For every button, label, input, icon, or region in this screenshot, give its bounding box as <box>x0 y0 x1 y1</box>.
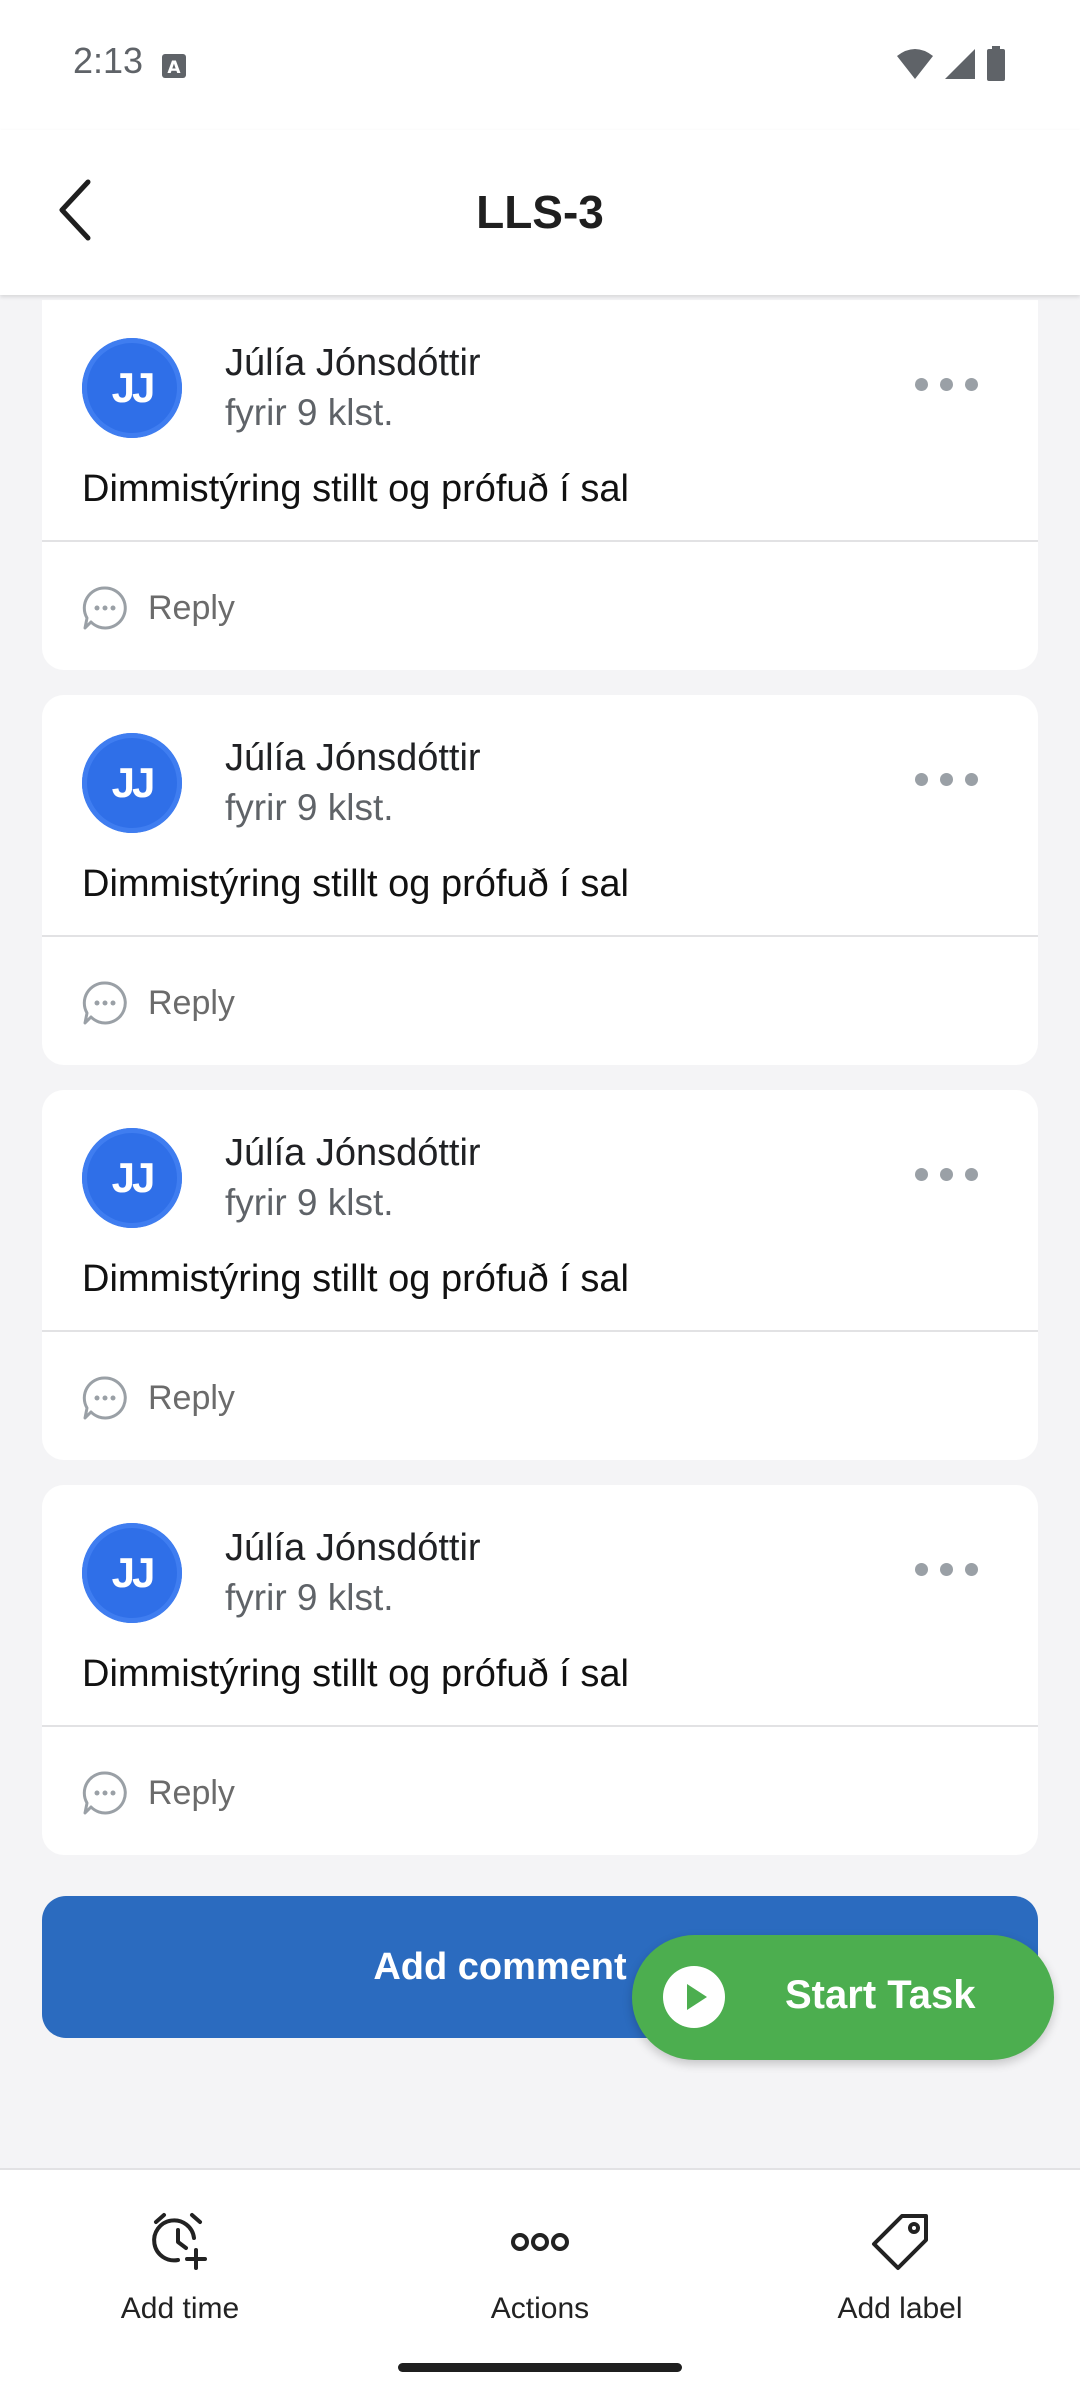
battery-icon <box>987 46 1005 81</box>
comment-time: fyrir 9 klst. <box>225 1182 394 1223</box>
comment-text: Dimmistýring stillt og prófuð í sal <box>82 468 629 510</box>
status-time: 2:13 <box>73 40 144 81</box>
chat-bubble-icon <box>82 1376 127 1420</box>
more-options-button[interactable] <box>915 1168 978 1181</box>
avatar: JJ <box>82 733 182 833</box>
divider <box>42 1725 1038 1727</box>
comment-card: JJ Júlía Jónsdóttir fyrir 9 klst. Dimmis… <box>42 695 1038 1065</box>
comment-author: Júlía Jónsdóttir <box>225 342 481 384</box>
start-task-label: Start Task <box>785 1973 976 2017</box>
avatar: JJ <box>82 338 182 438</box>
comment-list: JJ Júlía Jónsdóttir fyrir 9 klst. Dimmis… <box>42 300 1038 1880</box>
status-bar: 2:13 A <box>0 0 1080 130</box>
play-icon <box>663 1966 725 2028</box>
comment-author: Júlía Jónsdóttir <box>225 737 481 779</box>
comment-author: Júlía Jónsdóttir <box>225 1132 481 1174</box>
comment-card: JJ Júlía Jónsdóttir fyrir 9 klst. Dimmis… <box>42 300 1038 670</box>
comment-time: fyrir 9 klst. <box>225 787 394 828</box>
chat-bubble-icon <box>82 586 127 630</box>
reply-button[interactable]: Reply <box>82 585 235 631</box>
reply-button[interactable]: Reply <box>82 1375 235 1421</box>
keyboard-indicator-icon: A <box>162 54 186 78</box>
chat-bubble-icon <box>82 1771 127 1815</box>
reply-label: Reply <box>148 588 235 627</box>
divider <box>42 935 1038 937</box>
more-horizontal-icon <box>511 2233 569 2251</box>
comment-time: fyrir 9 klst. <box>225 1577 394 1618</box>
actions-label: Actions <box>490 2292 590 2325</box>
reply-label: Reply <box>148 983 235 1022</box>
add-label-button[interactable]: Add label <box>750 2210 1050 2326</box>
avatar: JJ <box>82 1128 182 1228</box>
tag-icon <box>872 2214 928 2270</box>
signal-icon <box>945 49 975 79</box>
comment-card: JJ Júlía Jónsdóttir fyrir 9 klst. Dimmis… <box>42 1485 1038 1855</box>
comment-card: JJ Júlía Jónsdóttir fyrir 9 klst. Dimmis… <box>42 1090 1038 1460</box>
add-comment-label: Add comment <box>373 1945 627 1988</box>
reply-label: Reply <box>148 1378 235 1417</box>
more-options-button[interactable] <box>915 1563 978 1576</box>
add-time-icon <box>152 2213 207 2270</box>
comment-text: Dimmistýring stillt og prófuð í sal <box>82 1258 629 1300</box>
reply-button[interactable]: Reply <box>82 980 235 1026</box>
svg-text:A: A <box>167 58 181 78</box>
avatar: JJ <box>82 1523 182 1623</box>
more-options-button[interactable] <box>915 378 978 391</box>
reply-button[interactable]: Reply <box>82 1770 235 1816</box>
home-indicator[interactable] <box>398 2363 682 2372</box>
wifi-icon <box>897 49 933 79</box>
divider <box>42 1330 1038 1332</box>
page-title: LLS-3 <box>476 186 604 238</box>
actions-button[interactable]: Actions <box>390 2210 690 2326</box>
more-options-button[interactable] <box>915 773 978 786</box>
start-task-button[interactable]: Start Task <box>632 1935 1054 2060</box>
add-time-button[interactable]: Add time <box>30 2210 330 2326</box>
comment-time: fyrir 9 klst. <box>225 392 394 433</box>
comment-text: Dimmistýring stillt og prófuð í sal <box>82 1653 629 1695</box>
add-time-label: Add time <box>120 2292 240 2325</box>
status-icons <box>896 46 1006 82</box>
chat-bubble-icon <box>82 981 127 1025</box>
reply-label: Reply <box>148 1773 235 1812</box>
comment-author: Júlía Jónsdóttir <box>225 1527 481 1569</box>
add-label-label: Add label <box>837 2292 963 2325</box>
app-header: LLS-3 <box>0 130 1080 295</box>
comment-text: Dimmistýring stillt og prófuð í sal <box>82 863 629 905</box>
divider <box>42 540 1038 542</box>
